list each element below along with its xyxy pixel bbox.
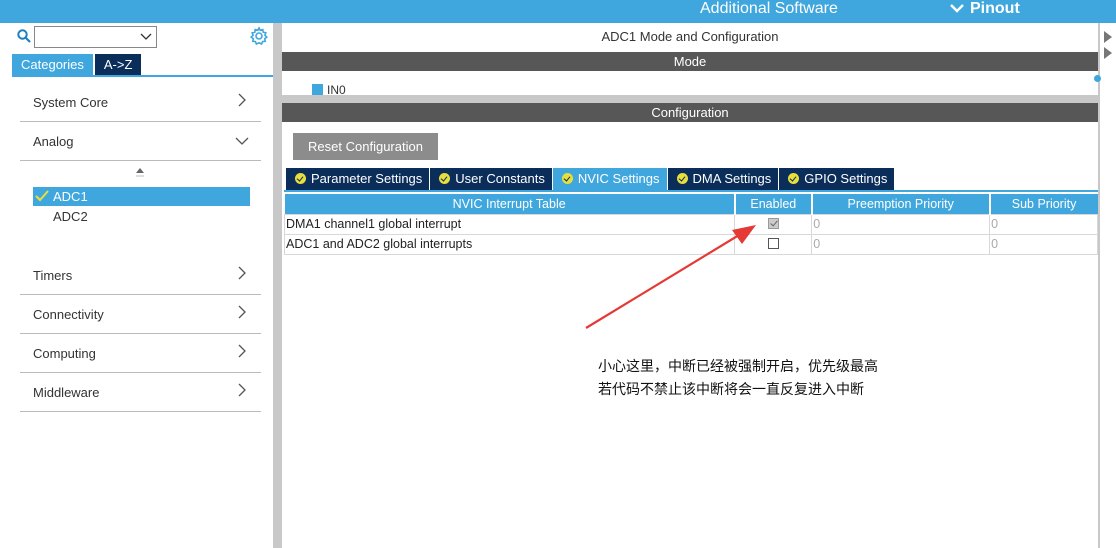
scroll-indicator (1094, 75, 1101, 82)
annotation-note: 小心这里，中断已经被强制开启，优先级最高 若代码不禁止该中断将会一直反复进入中断 (598, 356, 878, 402)
right-edge-strip (1094, 23, 1116, 548)
search-row (0, 23, 273, 53)
chevron-right-icon (238, 344, 246, 358)
check-circle-icon (788, 173, 800, 184)
tab-label: DMA Settings (692, 171, 772, 186)
check-circle-icon (561, 173, 573, 184)
sub-priority-field[interactable]: 0 (989, 233, 1098, 255)
analog-item-label: ADC2 (53, 209, 88, 224)
table-header-row: NVIC Interrupt Table Enabled Preemption … (284, 194, 1098, 214)
analog-item-adc1[interactable]: ADC1 (33, 187, 250, 206)
reset-configuration-button[interactable]: Reset Configuration (293, 133, 438, 160)
category-label: Middleware (33, 385, 100, 400)
category-middleware[interactable]: Middleware (20, 373, 261, 412)
chevron-right-icon (238, 93, 246, 107)
tab-rule (284, 190, 1098, 192)
configuration-header: Configuration (282, 103, 1098, 122)
chevron-right-icon (238, 383, 246, 397)
category-tabs: Categories A->Z (12, 54, 143, 76)
annotation-line: 若代码不禁止该中断将会一直反复进入中断 (598, 382, 864, 398)
tab-parameter-settings[interactable]: Parameter Settings (286, 168, 430, 190)
category-timers[interactable]: Timers (20, 256, 261, 295)
chevron-right-icon (238, 266, 246, 280)
column-header[interactable]: NVIC Interrupt Table (284, 194, 736, 214)
tab-dma-settings[interactable]: DMA Settings (667, 168, 779, 190)
tab-label: NVIC Settings (577, 171, 660, 186)
category-label: Computing (33, 346, 96, 361)
category-connectivity[interactable]: Connectivity (20, 295, 261, 334)
column-header[interactable]: Preemption Priority (811, 194, 991, 214)
tab-label: GPIO Settings (804, 171, 888, 186)
chevron-right-icon (238, 305, 246, 319)
search-icon[interactable] (17, 29, 31, 43)
category-label: Timers (33, 268, 73, 283)
preemption-priority-field[interactable]: 0 (811, 233, 991, 255)
search-input[interactable] (34, 26, 157, 48)
analog-item-adc2[interactable]: ADC2 (33, 207, 250, 226)
gear-icon[interactable] (249, 26, 269, 46)
category-list: System Core Analog ADC1 ADC2 Timers Conn… (20, 83, 261, 412)
pinout-label: Pinout (970, 0, 1020, 17)
preemption-priority-field[interactable]: 0 (811, 213, 991, 235)
analog-item-label: ADC1 (53, 189, 88, 204)
sub-priority-field[interactable]: 0 (989, 213, 1098, 235)
annotation-arrow (585, 225, 756, 329)
check-circle-icon (295, 173, 306, 184)
check-circle-icon (676, 173, 688, 184)
mode-in0-label: IN0 (327, 83, 346, 95)
chevron-down-icon[interactable] (140, 29, 152, 43)
tab-label: Parameter Settings (311, 171, 423, 186)
sidebar: Categories A->Z System Core Analog ADC1 A… (0, 23, 273, 548)
chevron-down-icon (235, 137, 249, 145)
category-analog[interactable]: Analog (20, 122, 261, 161)
top-bar: Additional Software Pinout (0, 0, 1116, 23)
checkbox-checked-icon[interactable] (312, 84, 323, 95)
category-computing[interactable]: Computing (20, 334, 261, 373)
tab-gpio-settings[interactable]: GPIO Settings (779, 168, 895, 190)
tab-underline (12, 75, 273, 77)
annotation-line: 小心这里，中断已经被强制开启，优先级最高 (598, 359, 878, 375)
check-icon (35, 190, 49, 202)
enabled-checkbox[interactable] (768, 218, 780, 229)
tab-label: User Constants (455, 171, 545, 186)
tab-nvic-settings[interactable]: NVIC Settings (552, 168, 667, 190)
panel-splitter[interactable] (273, 23, 282, 548)
collapse-arrows-icon[interactable] (1104, 31, 1112, 61)
configuration-tabs: Parameter Settings User Constants NVIC Set… (286, 168, 895, 190)
column-header[interactable]: Enabled (734, 194, 813, 214)
section-splitter[interactable] (282, 95, 1098, 103)
category-label: Connectivity (33, 307, 104, 322)
enabled-checkbox[interactable] (768, 238, 780, 249)
page-title: ADC1 Mode and Configuration (601, 29, 779, 44)
category-label: Analog (33, 134, 74, 149)
tab-user-constants[interactable]: User Constants (430, 168, 552, 190)
additional-software-menu[interactable]: Additional Software (700, 0, 838, 17)
sort-icon[interactable] (136, 167, 144, 181)
check-circle-icon (439, 173, 451, 184)
mode-in0-option[interactable]: IN0 (312, 83, 346, 95)
mode-header: Mode (282, 52, 1098, 71)
analog-sublist: ADC1 ADC2 (20, 161, 261, 256)
column-header[interactable]: Sub Priority (989, 194, 1098, 214)
pinout-menu[interactable]: Pinout (950, 0, 1020, 17)
chevron-down-icon (950, 0, 964, 17)
category-label: System Core (33, 95, 109, 110)
tab-a-z[interactable]: A->Z (94, 54, 142, 75)
tab-categories[interactable]: Categories (12, 54, 93, 75)
category-system-core[interactable]: System Core (20, 83, 261, 122)
mode-content: IN0 (282, 71, 1098, 95)
